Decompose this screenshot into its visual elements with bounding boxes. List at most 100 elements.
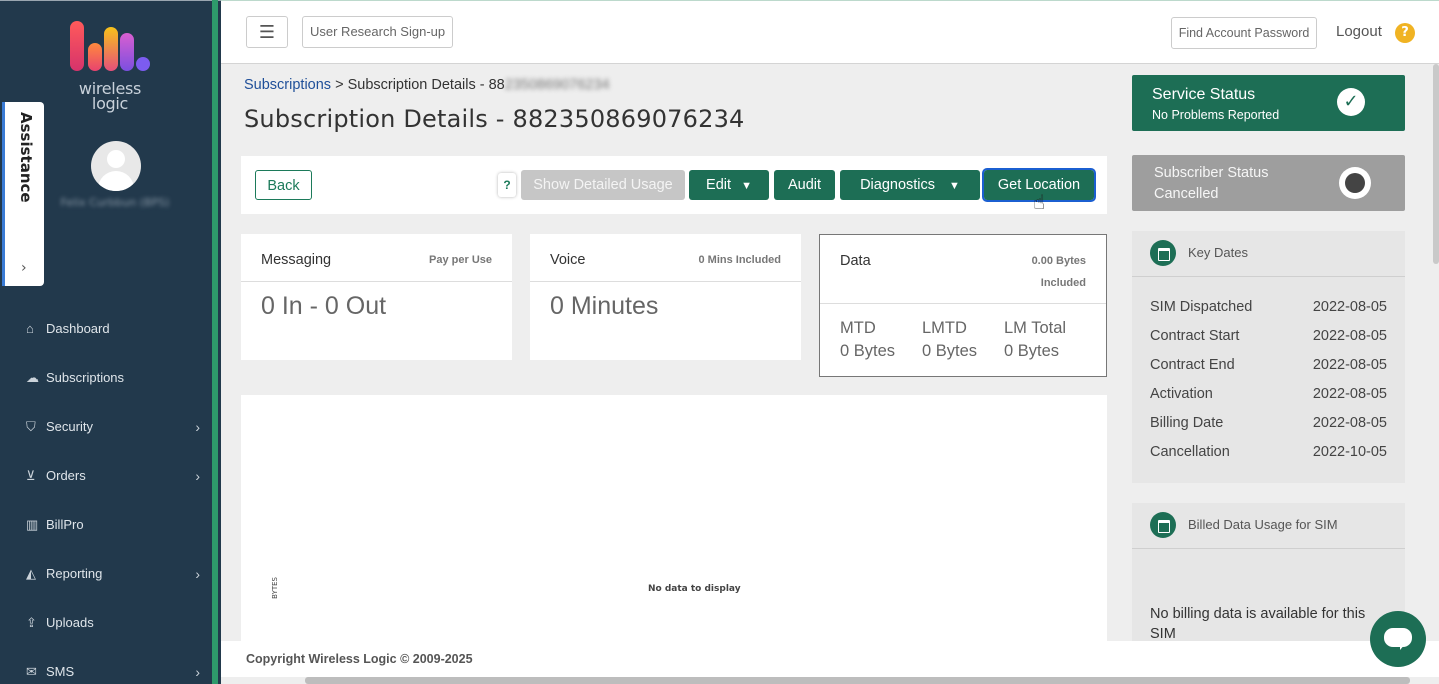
page-title: Subscription Details - 882350869076234 xyxy=(244,105,745,133)
voice-card: Voice 0 Mins Included 0 Minutes xyxy=(530,234,801,360)
card-title: Data xyxy=(840,253,871,269)
key-dates-header: Key Dates xyxy=(1132,231,1405,277)
top-bar: ☰ User Research Sign-up Find Account Pas… xyxy=(221,0,1439,64)
menu-toggle-button[interactable]: ☰ xyxy=(246,16,288,48)
edit-dropdown-button[interactable]: Edit ▼ xyxy=(689,170,769,200)
action-toolbar: Back ? Show Detailed Usage Edit ▼ Audit … xyxy=(241,156,1107,214)
card-title: Messaging xyxy=(261,252,332,268)
user-name: Felix Curbbun (BPS) xyxy=(60,196,170,209)
sidebar-item-label: BillPro xyxy=(46,517,84,532)
avatar[interactable] xyxy=(91,141,141,191)
key-date-row: Contract End 2022-08-05 xyxy=(1150,357,1387,373)
calendar-icon xyxy=(1150,512,1176,538)
bar-chart-icon: ▥ xyxy=(26,516,39,532)
diagnostics-label: Diagnostics xyxy=(860,177,936,193)
no-data-message: No data to display xyxy=(648,584,741,594)
key-dates-panel: Key Dates SIM Dispatched 2022-08-05 Contr… xyxy=(1132,231,1405,483)
audit-button[interactable]: Audit xyxy=(774,170,835,200)
card-subtitle: 0.00 Bytes Included xyxy=(1031,255,1086,289)
sidebar-item-label: Dashboard xyxy=(46,321,110,336)
envelope-icon: ✉ xyxy=(26,663,37,679)
messaging-card: Messaging Pay per Use 0 In - 0 Out xyxy=(241,234,512,360)
find-account-password-button[interactable]: Find Account Password xyxy=(1171,17,1317,49)
chevron-right-icon: › xyxy=(195,418,200,435)
data-card[interactable]: Data 0.00 Bytes Included MTD 0 Bytes LMTD… xyxy=(819,234,1107,377)
check-icon: ✓ xyxy=(1337,88,1365,116)
assistance-label: Assistance xyxy=(17,112,35,203)
sidebar-scrollbar[interactable] xyxy=(212,0,218,684)
service-status-card[interactable]: Service Status No Problems Reported ✓ xyxy=(1132,75,1405,131)
card-title: Voice xyxy=(550,252,586,268)
key-date-row: SIM Dispatched 2022-08-05 xyxy=(1150,299,1387,315)
usage-chart-panel: BYTES No data to display xyxy=(241,395,1107,641)
edit-label: Edit xyxy=(706,177,732,193)
billing-empty-message: No billing data is available for this SI… xyxy=(1150,606,1366,641)
sidebar-item-orders[interactable]: ⊻ Orders › xyxy=(0,451,212,500)
calendar-icon xyxy=(1150,240,1176,266)
card-subtitle: 0 Mins Included xyxy=(698,254,781,266)
logout-link[interactable]: Logout xyxy=(1336,23,1382,40)
show-detailed-usage-button[interactable]: Show Detailed Usage xyxy=(521,170,685,200)
chat-bubble-icon xyxy=(1384,628,1412,647)
hamburger-icon: ☰ xyxy=(258,21,276,43)
usage-help-button[interactable]: ? xyxy=(498,173,516,197)
sidebar-item-security[interactable]: ⛉ Security › xyxy=(0,402,212,451)
subscriber-status-card: Subscriber Status Cancelled xyxy=(1132,155,1405,211)
chat-button[interactable] xyxy=(1370,611,1426,667)
sidebar-item-label: Orders xyxy=(46,468,86,483)
help-icon[interactable]: ? xyxy=(1395,23,1415,43)
sidebar-item-subscriptions[interactable]: ☁ Subscriptions xyxy=(0,353,212,402)
shield-icon: ⛉ xyxy=(26,418,36,434)
logo-text: wireless logic xyxy=(78,79,142,113)
subscriber-status-text: Subscriber Status Cancelled xyxy=(1154,165,1269,202)
sidebar-nav: ⌂ Dashboard ☁ Subscriptions ⛉ Security ›… xyxy=(0,304,212,684)
sidebar-item-label: Security xyxy=(46,419,93,434)
sidebar-item-dashboard[interactable]: ⌂ Dashboard xyxy=(0,304,212,353)
diagnostics-dropdown-button[interactable]: Diagnostics ▼ xyxy=(840,170,980,200)
status-ring-icon xyxy=(1339,167,1371,199)
key-date-row: Contract Start 2022-08-05 xyxy=(1150,328,1387,344)
footer: Copyright Wireless Logic © 2009-2025 xyxy=(221,641,1439,677)
sidebar-item-sms[interactable]: ✉ SMS › xyxy=(0,647,212,684)
breadcrumb-current: Subscription Details - 88 xyxy=(347,77,505,93)
stat-mtd: MTD 0 Bytes xyxy=(840,319,896,360)
chevron-right-icon[interactable]: › xyxy=(21,260,27,276)
chevron-down-icon: ▼ xyxy=(949,180,960,192)
billed-usage-header: Billed Data Usage for SIM xyxy=(1132,503,1405,549)
sidebar-item-reporting[interactable]: ◭ Reporting › xyxy=(0,549,212,598)
upload-icon: ⇪ xyxy=(26,614,37,630)
user-research-signup-button[interactable]: User Research Sign-up xyxy=(302,16,454,48)
cloud-icon: ☁ xyxy=(26,369,39,385)
sidebar-item-label: Subscriptions xyxy=(46,370,125,385)
sidebar-item-billpro[interactable]: ▥ BillPro xyxy=(0,500,212,549)
key-date-row: Billing Date 2022-08-05 xyxy=(1150,415,1387,431)
chevron-down-icon: ▼ xyxy=(741,180,752,192)
sidebar-item-uploads[interactable]: ⇪ Uploads xyxy=(0,598,212,647)
home-icon: ⌂ xyxy=(26,321,34,336)
area-chart-icon: ◭ xyxy=(26,565,36,581)
card-value: 0 In - 0 Out xyxy=(261,292,387,320)
page-scrollbar[interactable] xyxy=(1433,64,1439,264)
key-date-row: Cancellation 2022-10-05 xyxy=(1150,444,1387,460)
breadcrumb: Subscriptions > Subscription Details - 8… xyxy=(244,77,610,93)
stat-lm-total: LM Total 0 Bytes xyxy=(1004,319,1067,360)
sidebar-item-label: Reporting xyxy=(46,566,103,581)
chevron-right-icon: › xyxy=(195,663,200,680)
breadcrumb-redacted: 2350869076234 xyxy=(504,77,610,93)
sidebar-item-label: SMS xyxy=(46,664,75,679)
copyright-text: Copyright Wireless Logic © 2009-2025 xyxy=(246,652,473,666)
key-date-row: Activation 2022-08-05 xyxy=(1150,386,1387,402)
billed-usage-title: Billed Data Usage for SIM xyxy=(1188,517,1338,532)
service-status-title: Service Status xyxy=(1152,86,1256,103)
service-status-detail: No Problems Reported xyxy=(1152,108,1280,122)
breadcrumb-subscriptions-link[interactable]: Subscriptions xyxy=(244,77,331,93)
back-button[interactable]: Back xyxy=(255,170,312,200)
assistance-tab[interactable]: Assistance › xyxy=(2,102,44,286)
key-dates-title: Key Dates xyxy=(1188,245,1248,260)
horizontal-scrollbar[interactable] xyxy=(305,677,1410,684)
breadcrumb-separator: > xyxy=(331,77,348,93)
chart-y-axis-label: BYTES xyxy=(271,577,279,599)
sidebar-item-label: Uploads xyxy=(46,615,94,630)
card-value: 0 Minutes xyxy=(550,292,659,320)
hand-cursor-icon: ☝ xyxy=(1033,190,1046,214)
